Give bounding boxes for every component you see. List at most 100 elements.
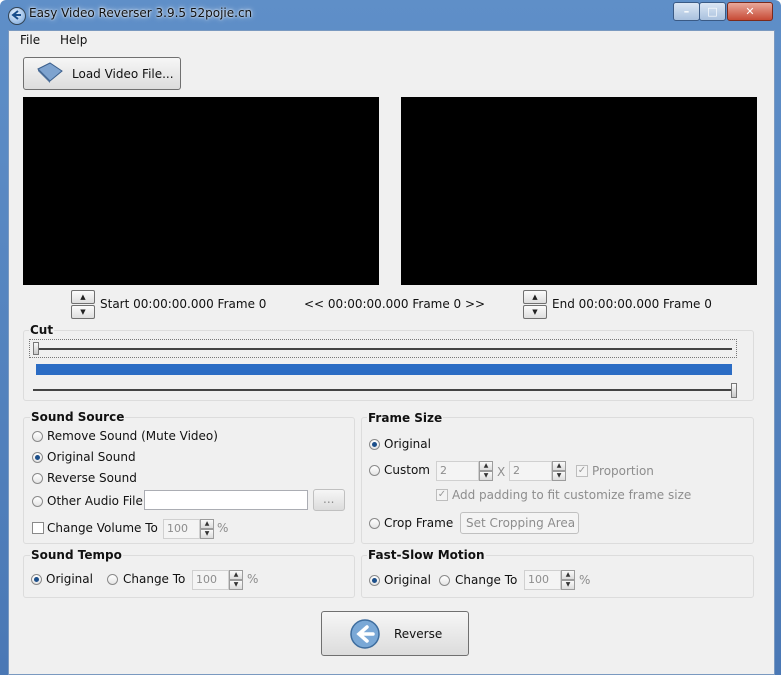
close-button[interactable]: ✕ [727, 2, 773, 21]
tempo-unit: % [247, 572, 259, 586]
menu-file[interactable]: File [20, 33, 40, 47]
current-time-label: << 00:00:00.000 Frame 0 >> [304, 297, 486, 311]
reverse-button[interactable]: Reverse [321, 611, 469, 656]
start-frame-stepper[interactable]: ▲ ▼ [71, 290, 95, 320]
up-arrow-icon[interactable]: ▲ [200, 519, 214, 529]
end-time-label: End 00:00:00.000 Frame 0 [552, 297, 712, 311]
load-video-button[interactable]: Load Video File... [23, 57, 181, 90]
slider-thumb[interactable] [731, 383, 737, 398]
other-audio-label: Other Audio File [47, 494, 143, 508]
up-arrow-icon[interactable]: ▲ [552, 461, 566, 471]
tempo-original-label: Original [46, 572, 93, 586]
close-icon: ✕ [745, 5, 755, 18]
down-arrow-icon[interactable]: ▼ [229, 580, 243, 590]
main-panel: File Help Load Video File... ▲ ▼ Start 0… [8, 30, 775, 675]
source-video-preview [23, 97, 379, 285]
down-arrow-icon[interactable]: ▼ [71, 305, 95, 319]
start-time-label: Start 00:00:00.000 Frame 0 [100, 297, 267, 311]
cut-range-fill [36, 364, 732, 375]
radio-frame-original[interactable] [369, 439, 380, 450]
slider-thumb[interactable] [33, 342, 39, 355]
frame-height-input[interactable]: 2 [509, 461, 552, 481]
radio-remove-sound[interactable] [32, 431, 43, 442]
down-arrow-icon[interactable]: ▼ [200, 529, 214, 539]
set-cropping-area-label: Set Cropping Area [466, 516, 576, 530]
proportion-label: Proportion [592, 464, 654, 478]
volume-input[interactable]: 100 [163, 519, 200, 539]
cut-start-slider[interactable] [29, 339, 737, 358]
radio-motion-original[interactable] [369, 575, 380, 586]
cut-title: Cut [29, 323, 55, 337]
up-arrow-icon[interactable]: ▲ [479, 461, 493, 471]
frame-custom-label: Custom [384, 463, 430, 477]
browse-audio-button[interactable]: ... [313, 489, 345, 511]
sound-source-title: Sound Source [30, 410, 126, 424]
back-arrow-icon [350, 619, 380, 649]
sound-tempo-title: Sound Tempo [30, 548, 123, 562]
down-arrow-icon[interactable]: ▼ [561, 580, 575, 590]
up-arrow-icon[interactable]: ▲ [561, 570, 575, 580]
up-arrow-icon[interactable]: ▲ [229, 570, 243, 580]
add-padding-label: Add padding to fit customize frame size [452, 488, 692, 502]
slider-track [34, 348, 732, 350]
volume-unit: % [217, 521, 229, 535]
menu-help[interactable]: Help [60, 33, 87, 47]
window-title: Easy Video Reverser 3.9.5 52pojie.cn [29, 6, 253, 20]
motion-unit: % [579, 573, 591, 587]
up-arrow-icon[interactable]: ▲ [71, 290, 95, 304]
minimize-button[interactable]: – [673, 2, 700, 21]
change-volume-label: Change Volume To [47, 521, 158, 535]
tempo-spinner[interactable]: ▲ ▼ [229, 570, 243, 590]
set-cropping-area-button[interactable]: Set Cropping Area [460, 512, 579, 534]
frame-original-label: Original [384, 437, 431, 451]
maximize-button[interactable]: □ [699, 2, 726, 21]
radio-reverse-sound[interactable] [32, 473, 43, 484]
radio-tempo-original[interactable] [31, 574, 42, 585]
change-volume-checkbox[interactable] [32, 522, 44, 534]
remove-sound-label: Remove Sound (Mute Video) [47, 429, 218, 443]
crop-frame-label: Crop Frame [384, 516, 454, 530]
motion-input[interactable]: 100 [524, 570, 561, 590]
tempo-input[interactable]: 100 [192, 570, 229, 590]
motion-original-label: Original [384, 573, 431, 587]
radio-original-sound[interactable] [32, 452, 43, 463]
reverse-label: Reverse [394, 627, 443, 641]
back-arrow-icon [8, 7, 26, 25]
fast-slow-title: Fast-Slow Motion [367, 548, 486, 562]
add-padding-checkbox[interactable]: ✓ [436, 489, 448, 501]
height-spinner[interactable]: ▲ ▼ [552, 461, 566, 481]
volume-spinner[interactable]: ▲ ▼ [200, 519, 214, 539]
slider-track [33, 389, 733, 391]
motion-spinner[interactable]: ▲ ▼ [561, 570, 575, 590]
radio-other-audio[interactable] [32, 496, 43, 507]
frame-width-input[interactable]: 2 [436, 461, 479, 481]
minimize-icon: – [683, 5, 690, 18]
x-separator: X [497, 465, 506, 479]
menu-bar: File Help [9, 31, 774, 51]
up-arrow-icon[interactable]: ▲ [523, 290, 547, 304]
cut-range-bar [36, 364, 732, 375]
other-audio-file-input[interactable] [144, 490, 308, 510]
load-video-label: Load Video File... [72, 67, 174, 81]
title-bar[interactable]: Easy Video Reverser 3.9.5 52pojie.cn – □… [0, 0, 781, 29]
radio-crop-frame[interactable] [369, 518, 380, 529]
frame-size-title: Frame Size [367, 411, 444, 425]
down-arrow-icon[interactable]: ▼ [479, 471, 493, 481]
tempo-change-label: Change To [123, 572, 186, 586]
radio-tempo-change[interactable] [107, 574, 118, 585]
down-arrow-icon[interactable]: ▼ [523, 305, 547, 319]
reverse-sound-label: Reverse Sound [47, 471, 137, 485]
cut-end-slider[interactable] [33, 381, 737, 400]
app-window: Easy Video Reverser 3.9.5 52pojie.cn – □… [0, 0, 781, 675]
proportion-checkbox[interactable]: ✓ [576, 465, 588, 477]
radio-motion-change[interactable] [439, 575, 450, 586]
original-sound-label: Original Sound [47, 450, 136, 464]
reversed-video-preview [401, 97, 757, 285]
radio-frame-custom[interactable] [369, 465, 380, 476]
motion-change-label: Change To [455, 573, 518, 587]
book-icon [37, 62, 63, 83]
down-arrow-icon[interactable]: ▼ [552, 471, 566, 481]
browse-label: ... [323, 492, 335, 506]
end-frame-stepper[interactable]: ▲ ▼ [523, 290, 547, 320]
width-spinner[interactable]: ▲ ▼ [479, 461, 493, 481]
